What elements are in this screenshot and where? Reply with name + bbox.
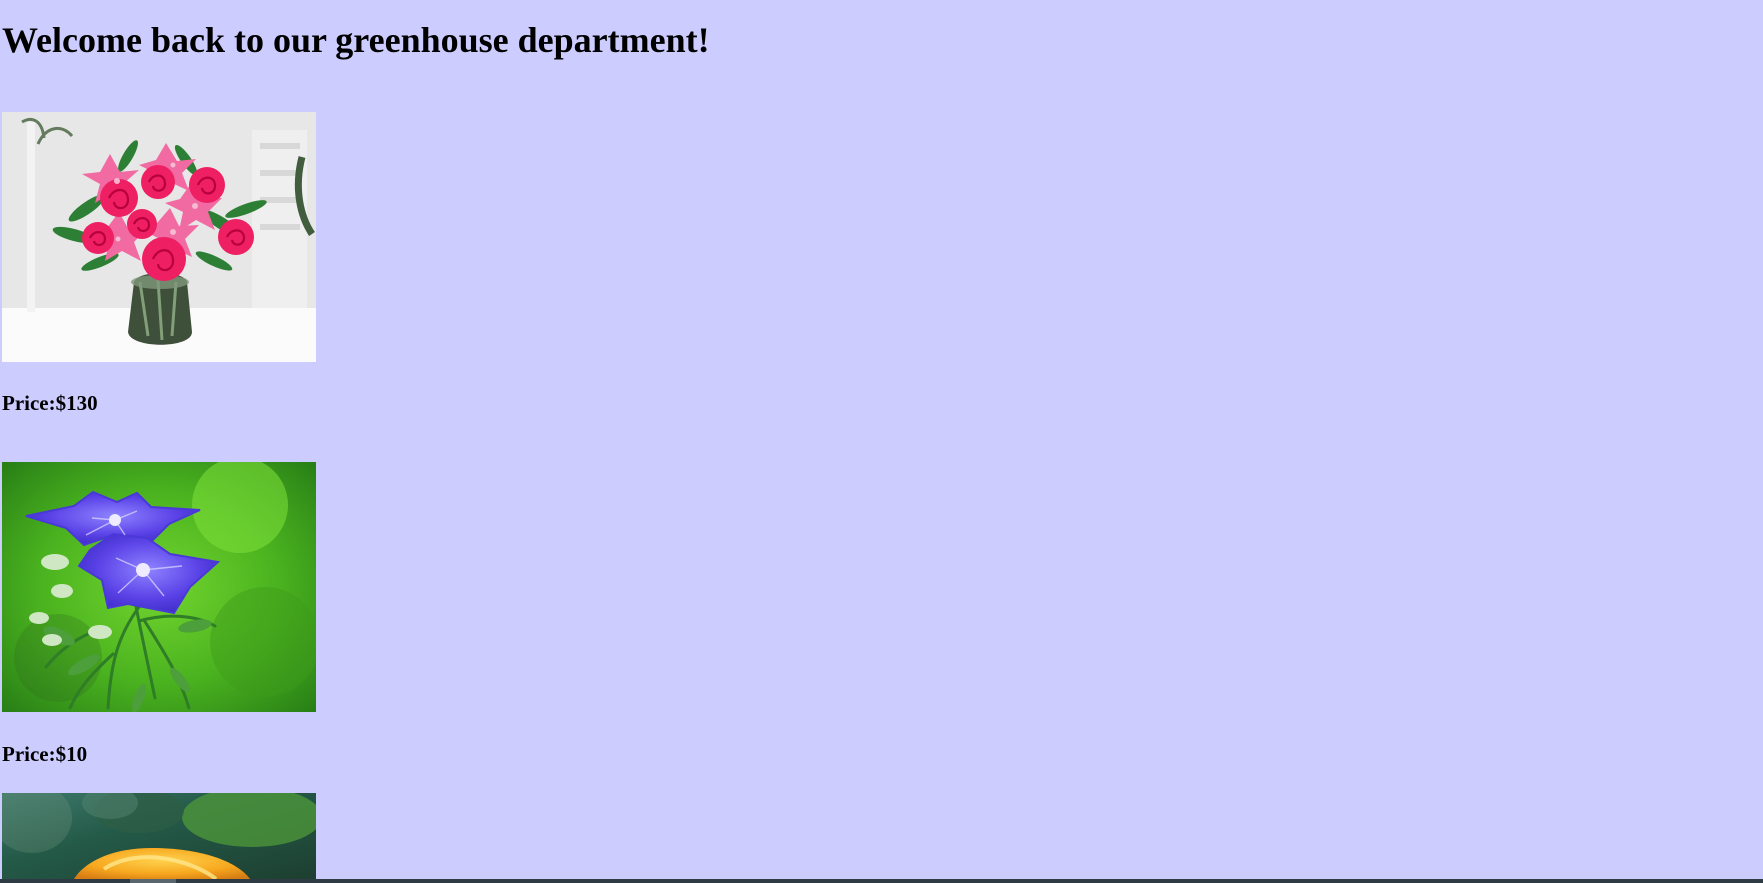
bottom-border [0,879,1763,883]
greenhouse-page: Welcome back to our greenhouse departmen… [2,0,1763,879]
product-price: Price:$130 [2,391,98,415]
page-heading: Welcome back to our greenhouse departmen… [2,20,710,60]
horizontal-scrollbar-thumb[interactable] [130,879,176,883]
yellow-flower-icon [2,793,316,879]
product-price: Price:$10 [2,742,88,766]
purple-flower-icon [2,462,316,712]
flower-bouquet-icon [2,112,316,362]
